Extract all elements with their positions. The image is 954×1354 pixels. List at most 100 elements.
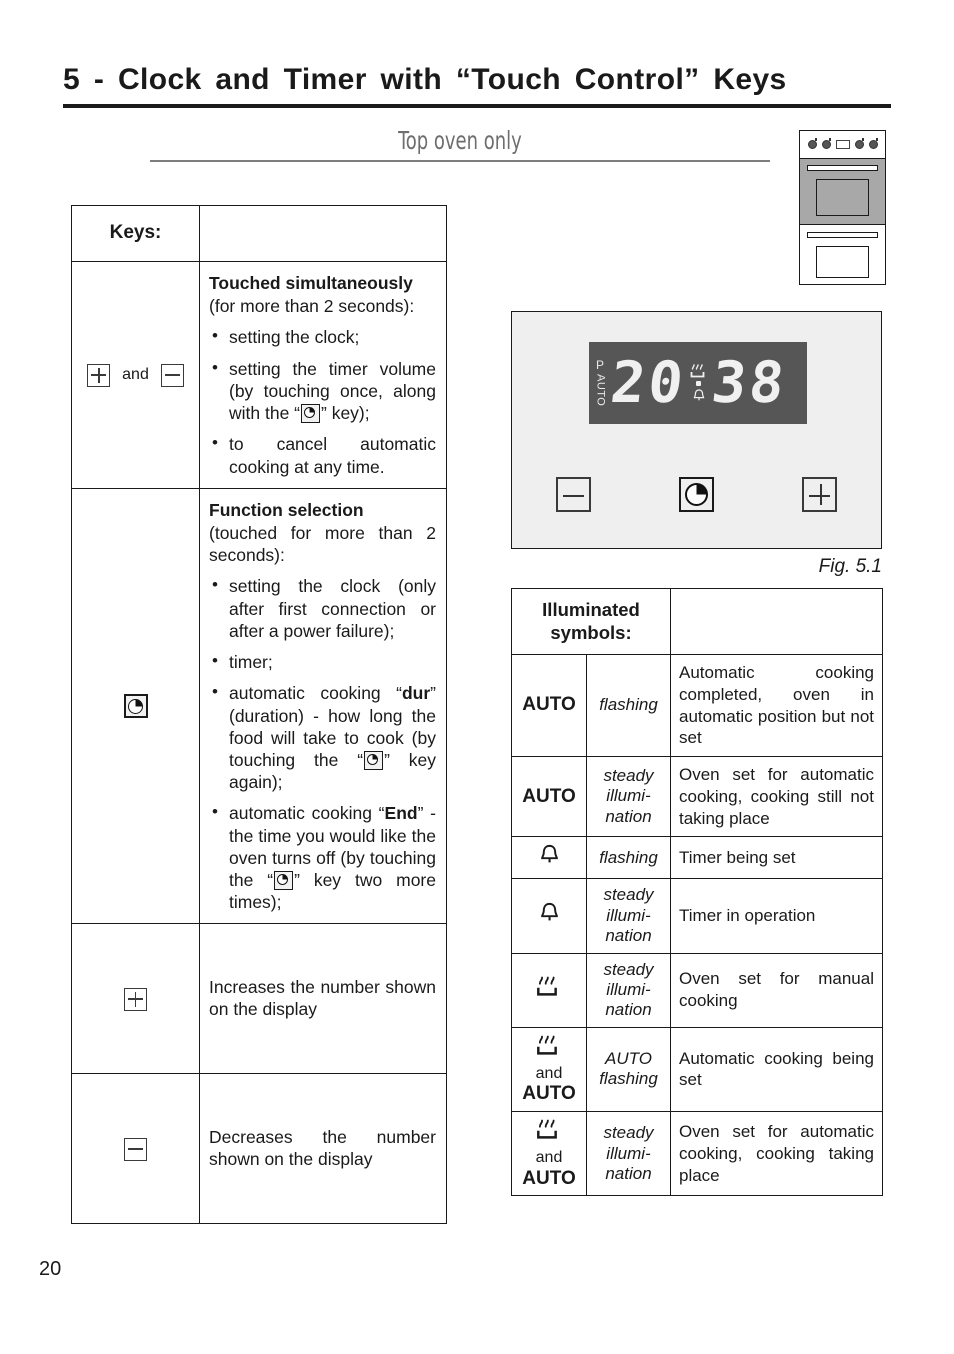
oven-knob-icon xyxy=(821,138,831,149)
table-row: AUTO steady illumi- nation Oven set for … xyxy=(511,755,883,838)
top-oven-highlight xyxy=(800,159,885,225)
symbol-auto-label: AUTO xyxy=(522,1167,576,1189)
state-cell: steady illumi- nation xyxy=(586,952,671,1028)
state-line: illumi- xyxy=(606,1143,651,1163)
minus-key-icon[interactable] xyxy=(556,477,591,512)
keys-cell-plus-minus: and xyxy=(71,261,200,489)
row-subheading: (for more than 2 seconds): xyxy=(209,296,415,317)
row-text: Decreases the number shown on the displa… xyxy=(209,1127,436,1170)
description-cell-simultaneous: Touched simultaneously (for more than 2 … xyxy=(199,261,447,489)
clock-key-icon xyxy=(123,694,148,719)
page-number: 20 xyxy=(39,1258,62,1280)
bullet-text: timer; xyxy=(229,652,273,673)
meaning-cell: Oven set for manual cooking xyxy=(670,952,883,1028)
heating-icon xyxy=(537,1035,557,1055)
row-subheading: (touched for more than 2 seconds): xyxy=(209,522,436,566)
row-text: Increases the number shown on the displa… xyxy=(209,977,436,1020)
state-cell: steady illumi- nation xyxy=(586,1111,671,1197)
keys-cell-plus xyxy=(71,923,200,1075)
table-row: Increases the number shown on the displa… xyxy=(71,923,447,1075)
heating-icon xyxy=(537,976,557,996)
clock-key-icon xyxy=(301,404,320,424)
plus-key-icon xyxy=(124,987,147,1011)
bullet-list: setting the clock (only after first conn… xyxy=(209,574,436,913)
symbol-cell-auto: AUTO xyxy=(511,654,587,757)
meaning-cell: Automatic cooking completed, oven in aut… xyxy=(670,654,883,757)
section-subtitle: Top oven only xyxy=(398,126,522,155)
title-divider xyxy=(63,104,891,108)
table-row: and AUTO steady illumi- nation Oven set … xyxy=(511,1111,883,1197)
list-item: timer; xyxy=(209,650,436,673)
meaning-cell: Automatic cooking being set xyxy=(670,1026,883,1113)
state-line: steady xyxy=(603,959,654,979)
table-row: steady illumi- nation Timer in operation xyxy=(511,878,883,954)
meaning-column-header xyxy=(670,588,883,655)
clock-key-icon xyxy=(274,871,294,891)
bullet-text: setting the clock; xyxy=(229,327,360,348)
bell-icon xyxy=(540,903,558,921)
clock-key-icon xyxy=(364,750,384,770)
symbol-cell-auto: AUTO xyxy=(511,755,587,838)
meaning-cell: Timer in operation xyxy=(670,878,883,954)
bottom-oven xyxy=(800,226,885,284)
symbols-header-line1: Illuminated xyxy=(542,599,640,621)
keys-cell-clock xyxy=(71,487,200,925)
symbol-auto-label: AUTO xyxy=(522,1083,576,1105)
colon-dot-icon xyxy=(696,381,702,386)
meaning-cell: Oven set for automatic cooking, cooking … xyxy=(670,755,883,838)
heating-icon xyxy=(690,364,708,379)
row-heading: Function selection xyxy=(209,499,364,520)
oven-handle-icon xyxy=(807,165,878,171)
display-minutes: 38 xyxy=(708,349,790,416)
figure-caption: Fig. 5.1 xyxy=(818,556,882,577)
list-item: automatic cooking “End” - the time you w… xyxy=(209,801,436,913)
table-row: Decreases the number shown on the displa… xyxy=(71,1073,447,1225)
subtitle-divider xyxy=(150,160,770,162)
symbol-cell-heating xyxy=(511,952,587,1028)
key-joiner-label: and xyxy=(122,366,149,384)
oven-display-icon xyxy=(835,140,850,149)
table-row: flashing Timer being set xyxy=(511,836,883,880)
state-line: nation xyxy=(605,1000,652,1020)
symbol-cell-bell xyxy=(511,878,587,954)
clock-key-icon[interactable] xyxy=(679,477,714,512)
figure-touch-keys xyxy=(512,477,881,512)
symbol-cell-bell xyxy=(511,836,587,880)
state-line: AUTO xyxy=(605,1049,652,1068)
table-row: AUTO flashing Automatic cooking complete… xyxy=(511,654,883,757)
page-title: 5 - Clock and Timer with “Touch Control”… xyxy=(63,63,787,96)
list-item: setting the clock; xyxy=(209,325,436,348)
table-row: and AUTO AUTO flashing Automatic cooking… xyxy=(511,1026,883,1113)
description-column-header xyxy=(199,205,447,262)
plus-key-icon xyxy=(87,363,111,387)
heating-icon xyxy=(537,1119,557,1139)
oven-knob-icon xyxy=(854,138,864,149)
led-display: P AUTO 20 38 xyxy=(589,342,807,424)
oven-knob-icon xyxy=(868,138,878,149)
plus-key-icon[interactable] xyxy=(802,477,837,512)
keys-column-header: Keys: xyxy=(71,205,200,262)
oven-handle-icon xyxy=(807,232,878,238)
table-row: and Touched simultaneously (for more tha… xyxy=(71,261,447,489)
bell-icon xyxy=(540,845,558,863)
row-heading: Touched simultaneously xyxy=(209,273,413,293)
bullet-text: setting the clock (only after first conn… xyxy=(229,576,436,641)
state-cell: flashing xyxy=(586,654,671,757)
meaning-cell: Timer being set xyxy=(670,836,883,880)
description-cell-decrease: Decreases the number shown on the displa… xyxy=(199,1073,447,1225)
meaning-cell: Oven set for automatic cooking, cooking … xyxy=(670,1111,883,1197)
table-row: Function selection (touched for more tha… xyxy=(71,487,447,925)
list-item: setting the timer volume (by touching on… xyxy=(209,357,436,425)
state-cell: steady illumi- nation xyxy=(586,878,671,954)
state-line: nation xyxy=(605,926,652,946)
list-item: setting the clock (only after first conn… xyxy=(209,574,436,642)
oven-control-panel xyxy=(800,131,885,159)
symbols-column-header: Illuminated symbols: xyxy=(511,588,671,655)
table-row: Keys: xyxy=(71,205,447,262)
state-line: nation xyxy=(605,806,652,826)
auto-indicator-label: AUTO xyxy=(594,374,607,407)
state-line: illumi- xyxy=(606,905,651,925)
symbol-cell-heating-and-auto: and AUTO xyxy=(511,1111,587,1197)
minus-key-icon xyxy=(124,1137,147,1161)
emphasised-keyword: dur xyxy=(401,683,431,704)
